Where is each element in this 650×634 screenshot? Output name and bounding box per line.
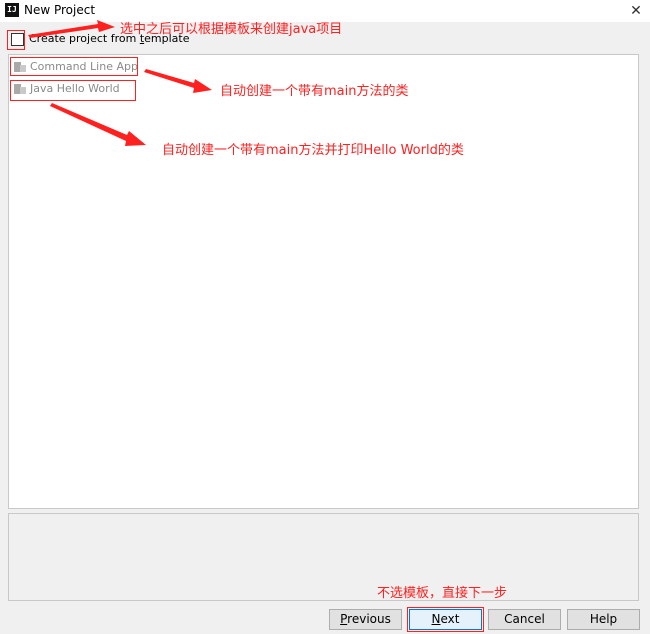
help-button[interactable]: Help: [567, 609, 640, 630]
annotation-next-note: 不选模板，直接下一步: [377, 586, 508, 601]
close-icon[interactable]: ✕: [626, 1, 646, 21]
cancel-button[interactable]: Cancel: [488, 609, 561, 630]
annotation-box-command-line: [10, 57, 138, 76]
annotation-checkbox-note: 选中之后可以根据模板来创建java项目: [120, 22, 343, 37]
annotation-box-checkbox: [7, 30, 25, 50]
template-description-panel: [8, 513, 639, 601]
window-title: New Project: [24, 3, 96, 17]
annotation-command-line-note: 自动创建一个带有main方法的类: [220, 84, 409, 99]
annotation-hello-world-note: 自动创建一个带有main方法并打印Hello World的类: [162, 143, 464, 158]
annotation-box-next: [407, 607, 484, 632]
annotation-box-hello-world: [10, 80, 136, 101]
intellij-icon: IJ: [5, 3, 19, 17]
template-list[interactable]: Command Line App Java Hello World: [8, 54, 639, 509]
previous-button[interactable]: Previous: [329, 609, 402, 630]
